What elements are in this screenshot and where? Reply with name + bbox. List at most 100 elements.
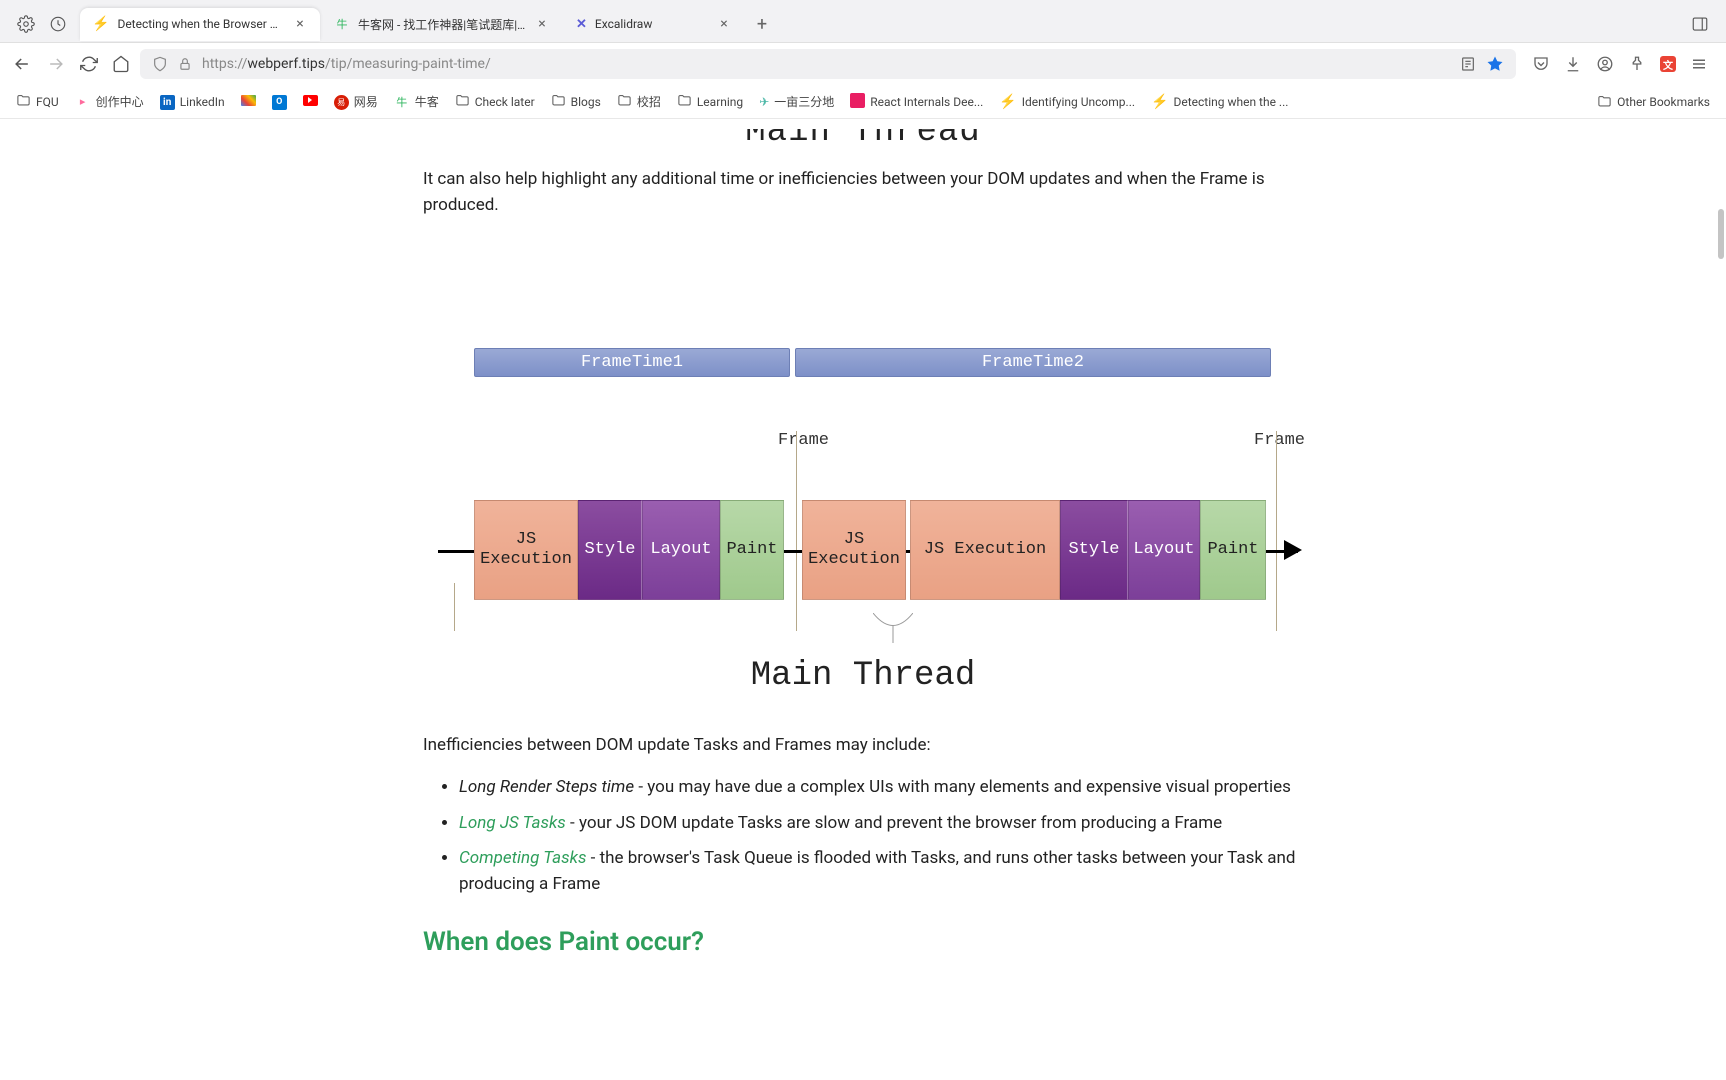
folder-icon [677, 93, 692, 111]
other-bookmarks[interactable]: Other Bookmarks [1596, 94, 1710, 110]
new-tab-button[interactable]: + [748, 10, 776, 38]
downloads-icon[interactable] [1564, 55, 1582, 73]
lock-icon[interactable] [178, 57, 192, 71]
forward-button[interactable] [46, 54, 66, 74]
bullet-rest: - your JS DOM update Tasks are slow and … [566, 813, 1222, 833]
bookmark-item[interactable]: Blogs [551, 93, 601, 111]
timeline-block-layout: Layout [642, 500, 720, 600]
bookmark-label: Check later [475, 95, 535, 109]
scrollbar-thumb[interactable] [1718, 209, 1724, 259]
bili-icon: ▸ [75, 94, 91, 110]
tab-close-button[interactable]: × [292, 16, 308, 32]
bookmark-item[interactable]: O [272, 93, 287, 110]
account-icon[interactable] [1596, 55, 1614, 73]
outlook-icon: O [272, 93, 287, 110]
timeline-block-paint: Paint [720, 500, 784, 600]
wangyi-icon: 易 [334, 94, 349, 110]
bookmark-item[interactable]: in LinkedIn [160, 94, 225, 110]
browser-tab[interactable]: ✕ Excalidraw × [564, 8, 744, 41]
youtube-icon [303, 95, 318, 109]
nk-bm-icon: 牛 [394, 94, 410, 110]
reload-button[interactable] [80, 55, 98, 73]
url-text: https://webperf.tips/tip/measuring-paint… [202, 56, 1450, 72]
section-heading-paint: When does Paint occur? [423, 927, 1303, 957]
reader-mode-icon[interactable] [1460, 56, 1476, 72]
bookmark-label: 校招 [637, 93, 661, 110]
list-item: Competing Tasks - the browser's Task Que… [459, 846, 1303, 897]
folder-icon [16, 93, 31, 111]
tab-bar: ⚡Detecting when the Browser Pai×牛牛客网 - 找… [0, 0, 1726, 42]
frame-time-1: FrameTime1 [474, 348, 790, 377]
bookmark-item[interactable] [241, 95, 256, 109]
home-button[interactable] [112, 55, 130, 73]
bookmark-item[interactable] [303, 95, 318, 109]
bookmark-label: 牛客 [415, 93, 439, 110]
menu-icon[interactable] [1690, 55, 1708, 73]
bookmark-item[interactable]: Learning [677, 93, 743, 111]
tab-close-button[interactable]: × [534, 16, 550, 32]
translate-icon[interactable]: 文 [1660, 55, 1676, 73]
main-thread-label: Main Thread [428, 657, 1298, 695]
bookmark-label: 创作中心 [96, 93, 144, 110]
folder-icon [1596, 94, 1612, 110]
nowcoder-icon: 牛 [334, 16, 350, 32]
extensions-icon[interactable] [16, 14, 36, 34]
gmail-icon [241, 95, 256, 109]
timeline-block-js: JS Execution [802, 500, 906, 600]
timeline-block-style: Style [1060, 500, 1128, 600]
shield-icon[interactable] [152, 56, 168, 72]
bookmark-item[interactable]: ⚡ Identifying Uncomp... [999, 94, 1135, 110]
bookmark-item[interactable]: Check later [455, 93, 535, 111]
bookmark-item[interactable]: ⚡Detecting when the ... [1151, 94, 1288, 110]
folder-icon [617, 93, 632, 111]
bookmark-item[interactable]: ▸ 创作中心 [75, 93, 144, 110]
tab-close-button[interactable]: × [716, 16, 732, 32]
bookmark-item[interactable]: ✈一亩三分地 [759, 93, 834, 110]
paragraph-inefficiencies: Inefficiencies between DOM update Tasks … [423, 735, 1303, 755]
history-icon[interactable] [48, 14, 68, 34]
folder-icon [551, 93, 566, 111]
bookmark-item[interactable]: React Internals Dee... [850, 93, 983, 111]
frame-label-1: Frame [778, 431, 829, 450]
bookmark-label: LinkedIn [180, 95, 225, 109]
bookmark-label: 网易 [354, 93, 378, 110]
arrow-head-icon [1284, 540, 1302, 560]
bookmark-item[interactable]: 牛牛客 [394, 93, 439, 110]
cut-heading: Main Thread [423, 129, 1303, 153]
bookmark-star-icon[interactable] [1486, 55, 1504, 73]
bookmark-item[interactable]: 校招 [617, 93, 661, 111]
bullet-emphasis[interactable]: Long JS Tasks [459, 813, 566, 833]
browser-tab[interactable]: 牛牛客网 - 找工作神器|笔试题库|面试 × [322, 8, 562, 41]
back-button[interactable] [12, 54, 32, 74]
sidebar-toggle-icon[interactable] [1690, 14, 1710, 34]
pocket-icon[interactable] [1532, 55, 1550, 73]
bookmark-label: Other Bookmarks [1617, 95, 1710, 109]
bullet-emphasis[interactable]: Competing Tasks [459, 848, 586, 868]
bookmark-item[interactable]: FQU [16, 93, 59, 111]
tab-title: 牛客网 - 找工作神器|笔试题库|面试 [358, 16, 526, 33]
lightning-icon: ⚡ [92, 16, 109, 32]
bookmark-label: Identifying Uncomp... [1022, 95, 1135, 109]
frame-label-2: Frame [1254, 431, 1305, 450]
lightning-bm-icon: ⚡ [999, 94, 1016, 110]
bookmark-item[interactable]: 易网易 [334, 93, 378, 110]
timeline-block-layout: Layout [1128, 500, 1200, 600]
browser-tab[interactable]: ⚡Detecting when the Browser Pai× [80, 8, 320, 41]
tab-title: Excalidraw [595, 17, 708, 31]
bookmark-label: FQU [36, 95, 59, 109]
bookmarks-bar: FQU ▸ 创作中心 in LinkedIn O 易网易牛牛客 Check later Blog… [0, 85, 1726, 119]
bookmark-label: Detecting when the ... [1173, 95, 1288, 109]
excalidraw-icon: ✕ [576, 17, 587, 32]
extension-pin-icon[interactable] [1628, 55, 1646, 73]
linkedin-icon: in [160, 94, 175, 110]
folder-icon [455, 93, 470, 111]
timeline-block-paint: Paint [1200, 500, 1266, 600]
address-bar[interactable]: https://webperf.tips/tip/measuring-paint… [140, 49, 1516, 79]
list-item: Long JS Tasks - your JS DOM update Tasks… [459, 811, 1303, 837]
main-thread-diagram: FrameTime1 FrameTime2 Frame Frame JS Exe… [428, 348, 1298, 695]
plane-icon: ✈ [759, 95, 769, 109]
page-content: Main Thread It can also help highlight a… [0, 119, 1726, 1077]
timeline-block-js: JS Execution [474, 500, 578, 600]
bookmark-label: Blogs [571, 95, 601, 109]
timeline-block-js: JS Execution [910, 500, 1060, 600]
